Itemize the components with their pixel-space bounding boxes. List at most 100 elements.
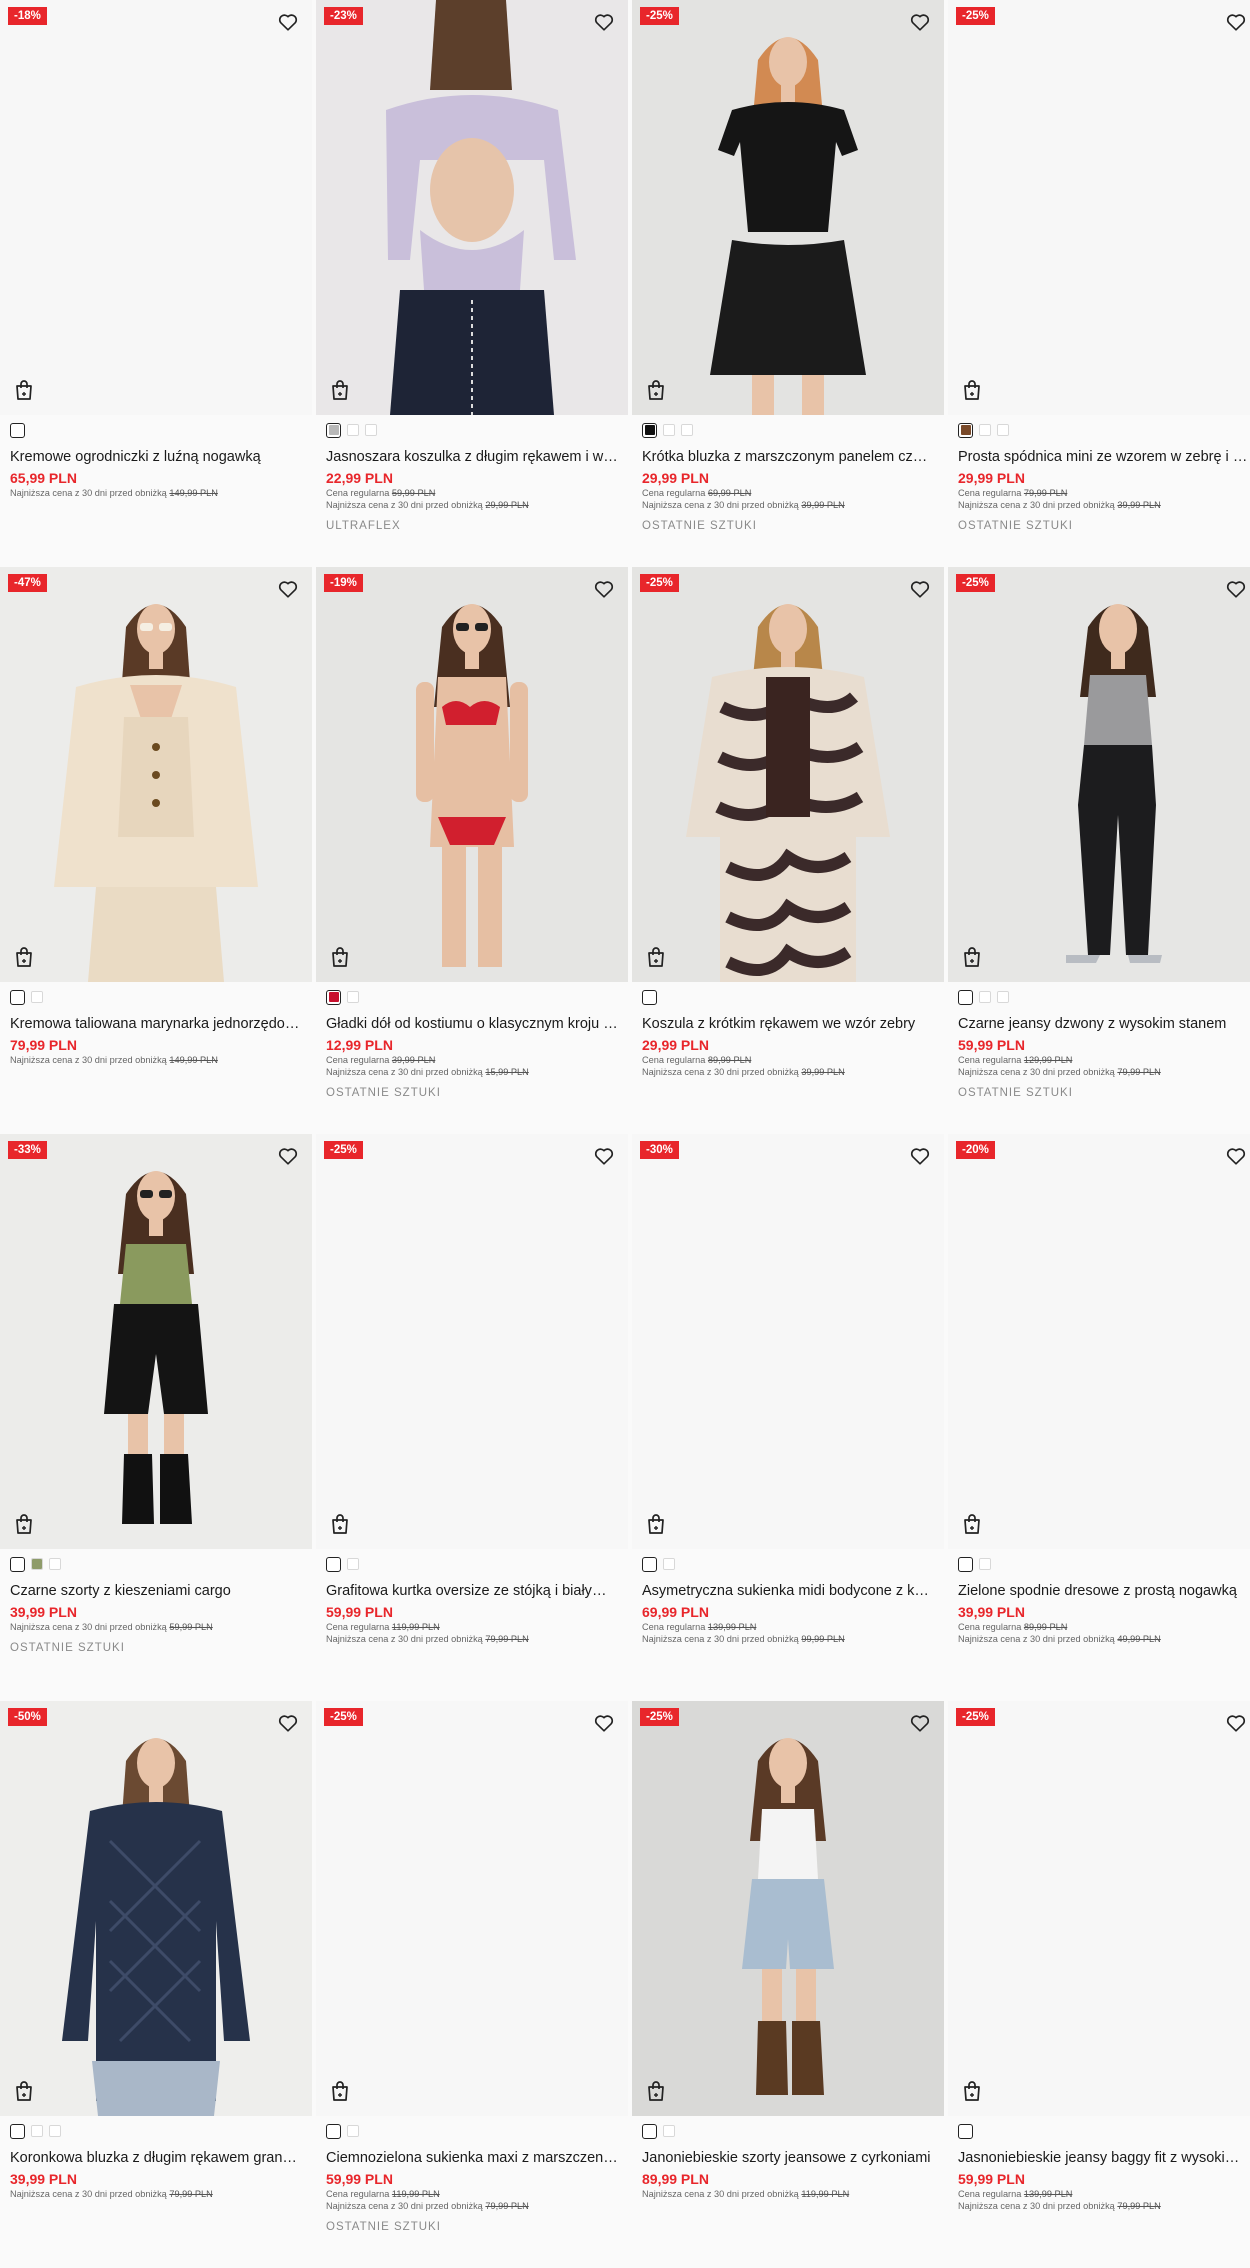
product-card[interactable]: -33% Czarne szorty z kieszeniami cargo 3… bbox=[0, 1134, 312, 1701]
heart-icon[interactable] bbox=[1225, 11, 1247, 33]
shopping-bag-icon[interactable] bbox=[14, 2080, 34, 2102]
color-swatch[interactable] bbox=[49, 1558, 61, 1570]
product-card[interactable]: -25% Czarne jeansy dzwony z wysokim stan… bbox=[948, 567, 1250, 1134]
product-name[interactable]: Koronkowa bluzka z długim rękawem granat… bbox=[10, 2149, 302, 2167]
heart-icon[interactable] bbox=[1225, 578, 1247, 600]
product-name[interactable]: Jasnoniebieskie jeansy baggy fit z wysok… bbox=[958, 2149, 1250, 2167]
color-swatch[interactable] bbox=[49, 2125, 61, 2137]
shopping-bag-icon[interactable] bbox=[646, 946, 666, 968]
color-swatch[interactable] bbox=[31, 1558, 43, 1570]
color-swatch[interactable] bbox=[958, 1556, 973, 1572]
color-swatch[interactable] bbox=[10, 1556, 25, 1572]
product-image[interactable]: -25% bbox=[948, 1701, 1250, 2116]
shopping-bag-icon[interactable] bbox=[14, 1513, 34, 1535]
heart-icon[interactable] bbox=[277, 1712, 299, 1734]
color-swatch[interactable] bbox=[347, 991, 359, 1003]
color-swatch[interactable] bbox=[979, 424, 991, 436]
shopping-bag-icon[interactable] bbox=[14, 946, 34, 968]
product-card[interactable]: -18% Kremowe ogrodniczki z luźną nogawką… bbox=[0, 0, 312, 567]
color-swatch[interactable] bbox=[663, 1558, 675, 1570]
heart-icon[interactable] bbox=[593, 1145, 615, 1167]
product-card[interactable]: -47% Kremowa taliowana marynarka jednorz… bbox=[0, 567, 312, 1134]
color-swatch[interactable] bbox=[642, 2123, 657, 2139]
color-swatch[interactable] bbox=[31, 991, 43, 1003]
product-image[interactable]: -25% bbox=[948, 0, 1250, 415]
color-swatch[interactable] bbox=[958, 989, 973, 1005]
product-card[interactable]: -25% Janoniebieskie szorty jeansowe z cy… bbox=[632, 1701, 944, 2268]
color-swatch[interactable] bbox=[979, 991, 991, 1003]
shopping-bag-icon[interactable] bbox=[962, 379, 982, 401]
product-image[interactable]: -25% bbox=[632, 1701, 944, 2116]
shopping-bag-icon[interactable] bbox=[962, 1513, 982, 1535]
product-image[interactable]: -18% bbox=[0, 0, 312, 415]
heart-icon[interactable] bbox=[909, 578, 931, 600]
product-image[interactable]: -25% bbox=[948, 567, 1250, 982]
heart-icon[interactable] bbox=[593, 1712, 615, 1734]
color-swatch[interactable] bbox=[642, 1556, 657, 1572]
heart-icon[interactable] bbox=[1225, 1712, 1247, 1734]
product-name[interactable]: Koszula z krótkim rękawem we wzór zebry bbox=[642, 1015, 934, 1033]
color-swatch[interactable] bbox=[365, 424, 377, 436]
product-name[interactable]: Kremowa taliowana marynarka jednorzędowa bbox=[10, 1015, 302, 1033]
product-image[interactable]: -25% bbox=[632, 0, 944, 415]
product-name[interactable]: Prosta spódnica mini ze wzorem w zebrę i… bbox=[958, 448, 1250, 466]
product-image[interactable]: -47% bbox=[0, 567, 312, 982]
shopping-bag-icon[interactable] bbox=[962, 2080, 982, 2102]
color-swatch[interactable] bbox=[958, 422, 973, 438]
color-swatch[interactable] bbox=[326, 2123, 341, 2139]
color-swatch[interactable] bbox=[10, 989, 25, 1005]
product-name[interactable]: Gładki dół od kostiumu o klasycznym kroj… bbox=[326, 1015, 618, 1033]
product-name[interactable]: Janoniebieskie szorty jeansowe z cyrkoni… bbox=[642, 2149, 934, 2167]
product-card[interactable]: -25% Prosta spódnica mini ze wzorem w ze… bbox=[948, 0, 1250, 567]
product-name[interactable]: Jasnoszara koszulka z długim rękawem i w… bbox=[326, 448, 618, 466]
product-image[interactable]: -23% bbox=[316, 0, 628, 415]
color-swatch[interactable] bbox=[997, 991, 1009, 1003]
heart-icon[interactable] bbox=[593, 11, 615, 33]
product-name[interactable]: Krótka bluzka z marszczonym panelem czar… bbox=[642, 448, 934, 466]
product-name[interactable]: Zielone spodnie dresowe z prostą nogawką bbox=[958, 1582, 1250, 1600]
shopping-bag-icon[interactable] bbox=[330, 379, 350, 401]
product-name[interactable]: Czarne jeansy dzwony z wysokim stanem bbox=[958, 1015, 1250, 1033]
color-swatch[interactable] bbox=[31, 2125, 43, 2137]
color-swatch[interactable] bbox=[347, 1558, 359, 1570]
heart-icon[interactable] bbox=[277, 578, 299, 600]
product-name[interactable]: Czarne szorty z kieszeniami cargo bbox=[10, 1582, 302, 1600]
color-swatch[interactable] bbox=[326, 422, 341, 438]
shopping-bag-icon[interactable] bbox=[330, 1513, 350, 1535]
product-image[interactable]: -30% bbox=[632, 1134, 944, 1549]
heart-icon[interactable] bbox=[593, 578, 615, 600]
product-image[interactable]: -25% bbox=[316, 1701, 628, 2116]
product-card[interactable]: -20% Zielone spodnie dresowe z prostą no… bbox=[948, 1134, 1250, 1701]
color-swatch[interactable] bbox=[958, 2123, 973, 2139]
color-swatch[interactable] bbox=[681, 424, 693, 436]
product-image[interactable]: -50% bbox=[0, 1701, 312, 2116]
product-card[interactable]: -25% Grafitowa kurtka oversize ze stójką… bbox=[316, 1134, 628, 1701]
color-swatch[interactable] bbox=[326, 989, 341, 1005]
product-name[interactable]: Asymetryczna sukienka midi bodycone z ko… bbox=[642, 1582, 934, 1600]
shopping-bag-icon[interactable] bbox=[330, 2080, 350, 2102]
product-card[interactable]: -25% Koszula z krótkim rękawem we wzór z… bbox=[632, 567, 944, 1134]
product-name[interactable]: Grafitowa kurtka oversize ze stójką i bi… bbox=[326, 1582, 618, 1600]
product-name[interactable]: Kremowe ogrodniczki z luźną nogawką bbox=[10, 448, 302, 466]
product-card[interactable]: -25% Jasnoniebieskie jeansy baggy fit z … bbox=[948, 1701, 1250, 2268]
heart-icon[interactable] bbox=[909, 1145, 931, 1167]
product-card[interactable]: -23% Jasnoszara koszulka z długim rękawe… bbox=[316, 0, 628, 567]
color-swatch[interactable] bbox=[347, 424, 359, 436]
shopping-bag-icon[interactable] bbox=[330, 946, 350, 968]
color-swatch[interactable] bbox=[642, 422, 657, 438]
product-image[interactable]: -25% bbox=[316, 1134, 628, 1549]
shopping-bag-icon[interactable] bbox=[962, 946, 982, 968]
shopping-bag-icon[interactable] bbox=[646, 2080, 666, 2102]
product-card[interactable]: -25% Krótka bluzka z marszczonym panelem… bbox=[632, 0, 944, 567]
heart-icon[interactable] bbox=[909, 11, 931, 33]
color-swatch[interactable] bbox=[997, 424, 1009, 436]
shopping-bag-icon[interactable] bbox=[646, 379, 666, 401]
color-swatch[interactable] bbox=[326, 1556, 341, 1572]
color-swatch[interactable] bbox=[347, 2125, 359, 2137]
color-swatch[interactable] bbox=[979, 1558, 991, 1570]
product-image[interactable]: -20% bbox=[948, 1134, 1250, 1549]
heart-icon[interactable] bbox=[1225, 1145, 1247, 1167]
product-card[interactable]: -19% Gładki dół od kostiumu o klasycznym… bbox=[316, 567, 628, 1134]
heart-icon[interactable] bbox=[277, 11, 299, 33]
product-name[interactable]: Ciemnozielona sukienka maxi z marszczeni… bbox=[326, 2149, 618, 2167]
